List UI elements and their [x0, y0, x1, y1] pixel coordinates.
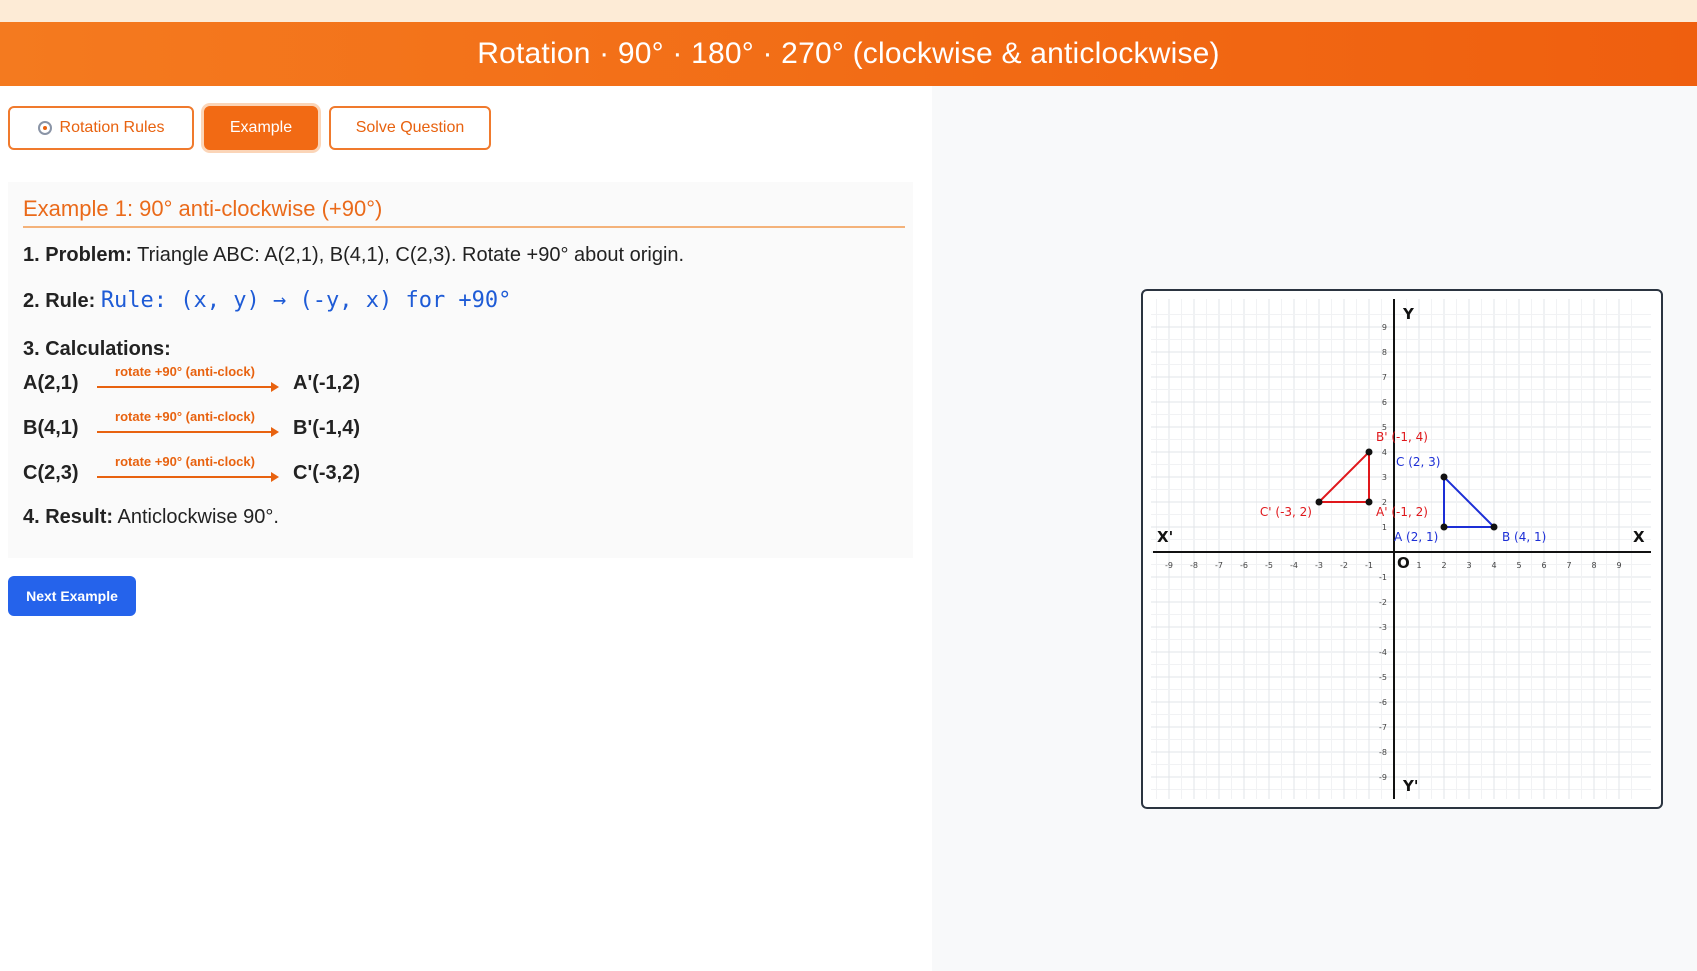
y-tick-label: 8 [1382, 348, 1387, 357]
step-calculations: 3. Calculations: [23, 338, 171, 361]
x-tick-label: 1 [1416, 561, 1421, 570]
tab-label: Example [229, 119, 293, 136]
y-tick-label: -2 [1379, 598, 1387, 607]
problem-label: 1. Problem: [23, 244, 132, 266]
image-vertex-label: C' (-3, 2) [1260, 505, 1312, 519]
y-tick-label: 3 [1382, 473, 1387, 482]
rule-label: 2. Rule: [23, 290, 96, 312]
image-vertex [1365, 498, 1373, 506]
step-problem: 1. Problem: Triangle ABC: A(2,1), B(4,1)… [23, 244, 684, 267]
origin-label: O [1397, 554, 1410, 572]
tab-solve-question[interactable]: Solve Question [329, 106, 491, 150]
image-vertex [1365, 448, 1373, 456]
original-vertex-label: C (2, 3) [1396, 455, 1440, 469]
y-tick-label: -1 [1379, 573, 1387, 582]
x-tick-label: -1 [1365, 561, 1373, 570]
result-text: Anticlockwise 90°. [117, 506, 279, 528]
tab-label: Solve Question [355, 119, 465, 136]
coordinate-graph: -9 -9 -8 -8 -7 -7 -6 -6 -5 -5 -4 -4 -3 -3 -2 -2 -1 -1 1 1 2 2… [1141, 289, 1663, 809]
tab-example[interactable]: Example [204, 106, 318, 150]
original-vertex [1440, 523, 1448, 531]
arrow-icon [97, 472, 279, 482]
problem-text: Triangle ABC: A(2,1), B(4,1), C(2,3). Ro… [137, 244, 685, 266]
x-tick-label: -9 [1165, 561, 1173, 570]
rotate-op: rotate +90° (anti-clock) [115, 364, 255, 379]
top-strip [0, 0, 1697, 22]
rotate-arrow: rotate +90° (anti-clock) [97, 364, 281, 394]
calc-to: A'(-1,2) [293, 372, 360, 394]
calc-to: B'(-1,4) [293, 417, 360, 439]
rotate-op: rotate +90° (anti-clock) [115, 409, 255, 424]
rotate-arrow: rotate +90° (anti-clock) [97, 454, 281, 484]
x-tick-label: -2 [1340, 561, 1348, 570]
x-tick-label: 2 [1441, 561, 1446, 570]
page-title: Rotation · 90° · 180° · 270° (clockwise … [477, 37, 1220, 70]
tab-rotation-rules[interactable]: Rotation Rules [8, 106, 194, 150]
x-tick-label: 7 [1566, 561, 1571, 570]
x-axis-label: X [1633, 528, 1645, 546]
calc-from: B(4,1) [23, 417, 79, 439]
original-vertex-label: A (2, 1) [1394, 530, 1438, 544]
tab-label: Rotation Rules [59, 119, 165, 136]
original-vertex [1440, 473, 1448, 481]
y-axis-label: Y [1402, 305, 1415, 323]
result-label: 4. Result: [23, 506, 114, 528]
calc-from: C(2,3) [23, 462, 79, 484]
x-tick-label: -3 [1315, 561, 1323, 570]
calc-from: A(2,1) [23, 372, 79, 394]
y-tick-label: -3 [1379, 623, 1387, 632]
y-tick-label: -7 [1379, 723, 1387, 732]
x-neg-axis-label: X' [1157, 528, 1173, 546]
y-tick-label: 7 [1382, 373, 1387, 382]
y-tick-label: -6 [1379, 698, 1387, 707]
arrow-icon [97, 427, 279, 437]
x-tick-label: -5 [1265, 561, 1273, 570]
rotate-op: rotate +90° (anti-clock) [115, 454, 255, 469]
y-tick-label: 9 [1382, 323, 1387, 332]
example-title: Example 1: 90° anti-clockwise (+90°) [23, 196, 383, 221]
compass-icon [37, 121, 52, 135]
y-tick-label: -4 [1379, 648, 1387, 657]
rule-formula: Rule: (x, y) → (-y, x) for +90° [100, 288, 512, 313]
rotate-arrow: rotate +90° (anti-clock) [97, 409, 281, 439]
x-tick-label: 4 [1491, 561, 1496, 570]
page-header: Rotation · 90° · 180° · 270° (clockwise … [0, 22, 1697, 86]
x-tick-label: -6 [1240, 561, 1248, 570]
title-divider [23, 226, 905, 228]
y-tick-label: 6 [1382, 398, 1387, 407]
example-card: Example 1: 90° anti-clockwise (+90°) 1. … [8, 182, 913, 558]
original-vertex-label: B (4, 1) [1502, 530, 1546, 544]
y-tick-label: 4 [1382, 448, 1387, 457]
y-tick-label: -8 [1379, 748, 1387, 757]
y-tick-label: 1 [1382, 523, 1387, 532]
image-vertex-label: A' (-1, 2) [1376, 505, 1428, 519]
y-neg-axis-label: Y' [1402, 777, 1418, 795]
y-tick-label: -5 [1379, 673, 1387, 682]
x-tick-label: 6 [1541, 561, 1546, 570]
image-vertex-label: B' (-1, 4) [1376, 430, 1428, 444]
x-tick-label: -7 [1215, 561, 1223, 570]
original-vertex [1490, 523, 1498, 531]
x-tick-label: 9 [1616, 561, 1621, 570]
step-rule: 2. Rule: Rule: (x, y) → (-y, x) for +90° [23, 288, 511, 313]
image-vertex [1315, 498, 1323, 506]
arrow-icon [97, 382, 279, 392]
x-tick-label: 3 [1466, 561, 1471, 570]
graph-canvas: -9-9-8-8-7-7-6-6-5-5-4-4-3-3-2-2-1-11122… [1151, 299, 1651, 799]
calc-to: C'(-3,2) [293, 462, 360, 484]
next-example-button[interactable]: Next Example [8, 576, 136, 616]
step-result: 4. Result: Anticlockwise 90°. [23, 506, 279, 529]
y-tick-label: -9 [1379, 773, 1387, 782]
x-tick-label: -4 [1290, 561, 1298, 570]
calculations-label: 3. Calculations: [23, 338, 171, 360]
x-tick-label: -8 [1190, 561, 1198, 570]
x-tick-label: 5 [1516, 561, 1521, 570]
x-tick-label: 8 [1591, 561, 1596, 570]
